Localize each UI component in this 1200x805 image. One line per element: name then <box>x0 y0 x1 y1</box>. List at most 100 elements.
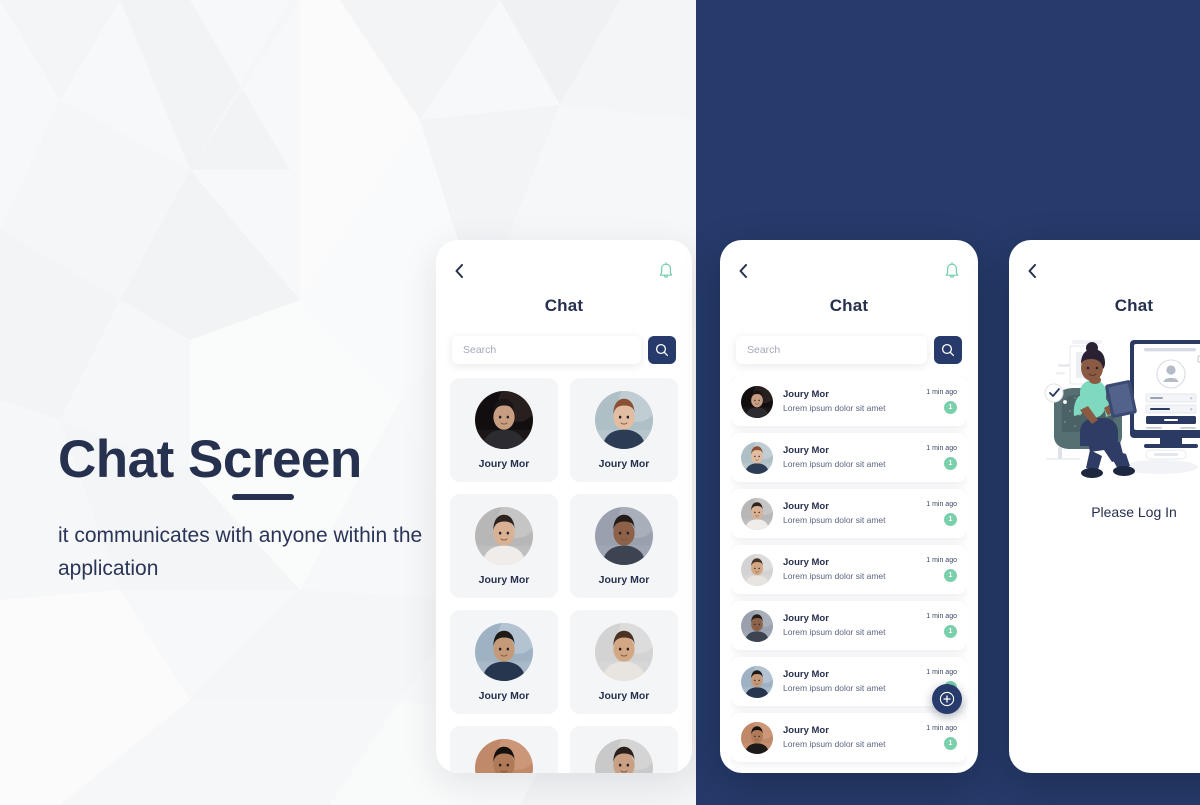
avatar-image <box>475 622 533 681</box>
avatar-image <box>741 497 773 530</box>
screen-title: Chat <box>544 296 584 315</box>
new-chat-fab-button[interactable] <box>932 684 962 714</box>
contact-card[interactable]: Joury Mor <box>570 378 678 482</box>
chat-preview-text: Lorem ipsum dolor sit amet <box>783 738 886 749</box>
page-subtitle: it communicates with anyone within the a… <box>58 524 423 580</box>
contact-card[interactable]: Joury Mor <box>570 494 678 598</box>
search-button[interactable] <box>934 336 962 364</box>
chat-preview-text: Lorem ipsum dolor sit amet <box>783 626 886 637</box>
contact-name: Joury Mor <box>598 457 650 470</box>
contact-name: Joury Mor <box>478 457 530 470</box>
unread-badge: 1 <box>944 569 957 582</box>
chat-timestamp: 1 min ago <box>926 501 957 508</box>
chat-text-block: Joury Mor Lorem ipsum dolor sit amet <box>783 669 926 695</box>
chat-list-item[interactable]: Joury Mor Lorem ipsum dolor sit amet 1 min… <box>731 545 967 594</box>
person-with-tablet-login-illustration <box>1044 340 1200 478</box>
avatar <box>741 609 773 642</box>
contact-card[interactable]: Joury Mor <box>570 610 678 714</box>
title-underline <box>232 494 294 500</box>
chat-text-block: Joury Mor Lorem ipsum dolor sit amet <box>783 445 926 471</box>
avatar <box>595 390 653 449</box>
chat-meta: 1 min ago 1 <box>926 501 957 526</box>
chat-contact-name: Joury Mor <box>783 556 829 568</box>
chat-contact-name: Joury Mor <box>783 668 829 680</box>
avatar <box>741 721 773 754</box>
screenshot-stage: Chat Screen it communicates with anyone … <box>0 0 1200 805</box>
page-title: Chat Screen <box>58 430 362 489</box>
chat-list-item[interactable]: Joury Mor Lorem ipsum dolor sit amet 1 min… <box>731 713 967 762</box>
contact-card[interactable]: Joury Mor <box>450 378 558 482</box>
chat-timestamp: 1 min ago <box>926 389 957 396</box>
unread-badge: 1 <box>944 513 957 526</box>
contact-name: Joury Mor <box>478 573 530 586</box>
phone-mockup-login-prompt: Chat Please Log In <box>1009 240 1200 773</box>
chat-list-item[interactable]: Joury Mor Lorem ipsum dolor sit amet 1 min… <box>731 601 967 650</box>
contact-card[interactable]: Joury Mor <box>450 726 558 773</box>
avatar-image <box>741 665 773 698</box>
contact-name: Joury Mor <box>598 689 650 702</box>
phone-mockup-contacts-grid: Chat Joury Mor <box>436 240 692 773</box>
contact-card[interactable]: Joury Mor <box>450 610 558 714</box>
chat-preview-text: Lorem ipsum dolor sit amet <box>783 682 886 693</box>
search-icon <box>655 343 669 357</box>
avatar <box>741 665 773 698</box>
screen-title: Chat <box>1114 296 1154 315</box>
search-row <box>736 336 962 364</box>
chat-contact-name: Joury Mor <box>783 444 829 456</box>
chevron-left-icon[interactable] <box>454 264 464 278</box>
chat-meta: 1 min ago 1 <box>926 389 957 414</box>
chat-list: Joury Mor Lorem ipsum dolor sit amet 1 min… <box>731 377 967 773</box>
search-input[interactable] <box>747 344 916 356</box>
chat-preview-text: Lorem ipsum dolor sit amet <box>783 458 886 469</box>
avatar-image <box>741 609 773 642</box>
plus-circle-icon <box>939 691 955 707</box>
chat-preview-text: Lorem ipsum dolor sit amet <box>783 402 886 413</box>
avatar <box>475 390 533 449</box>
avatar <box>741 385 773 418</box>
avatar <box>741 441 773 474</box>
search-box[interactable] <box>452 336 641 364</box>
avatar <box>475 506 533 565</box>
chat-text-block: Joury Mor Lorem ipsum dolor sit amet <box>783 389 926 415</box>
avatar-image <box>595 622 653 681</box>
avatar <box>741 497 773 530</box>
chevron-left-icon[interactable] <box>738 264 748 278</box>
chat-timestamp: 1 min ago <box>926 557 957 564</box>
search-button[interactable] <box>648 336 676 364</box>
phone-mockup-chat-list: Chat Joury Mor Lorem ipsum dolor sit amet… <box>720 240 978 773</box>
chat-meta: 1 min ago 1 <box>926 445 957 470</box>
chat-list-item[interactable]: Joury Mor Lorem ipsum dolor sit amet 1 min… <box>731 433 967 482</box>
chat-meta: 1 min ago 1 <box>926 613 957 638</box>
avatar <box>741 553 773 586</box>
bell-icon[interactable] <box>944 262 960 280</box>
avatar-image <box>741 385 773 418</box>
search-box[interactable] <box>736 336 927 364</box>
avatar-image <box>475 738 533 773</box>
unread-badge: 1 <box>944 625 957 638</box>
contact-card[interactable]: Joury Mor <box>450 494 558 598</box>
login-prompt-text: Please Log In <box>1091 504 1177 520</box>
chat-meta: 1 min ago 1 <box>926 557 957 582</box>
avatar <box>595 738 653 773</box>
unread-badge: 1 <box>944 401 957 414</box>
avatar <box>595 622 653 681</box>
chat-list-item[interactable]: Joury Mor Lorem ipsum dolor sit amet 1 min… <box>731 377 967 426</box>
chat-meta: 1 min ago 1 <box>926 725 957 750</box>
avatar-image <box>741 553 773 586</box>
chat-timestamp: 1 min ago <box>926 725 957 732</box>
avatar-image <box>741 441 773 474</box>
avatar-image <box>595 738 653 773</box>
contact-card[interactable]: Joury Mor <box>570 726 678 773</box>
contacts-grid: Joury Mor Joury Mor Joury Mor Joury Mor <box>450 378 678 773</box>
bell-icon[interactable] <box>658 262 674 280</box>
avatar-image <box>475 506 533 565</box>
avatar-image <box>741 721 773 754</box>
search-input[interactable] <box>463 344 630 356</box>
chat-list-item[interactable]: Joury Mor Lorem ipsum dolor sit amet 1 min… <box>731 489 967 538</box>
login-body: Please Log In <box>1009 316 1200 520</box>
chevron-left-icon[interactable] <box>1027 264 1037 278</box>
unread-badge: 1 <box>944 457 957 470</box>
search-row <box>452 336 676 364</box>
avatar-image <box>595 506 653 565</box>
chat-text-block: Joury Mor Lorem ipsum dolor sit amet <box>783 501 926 527</box>
